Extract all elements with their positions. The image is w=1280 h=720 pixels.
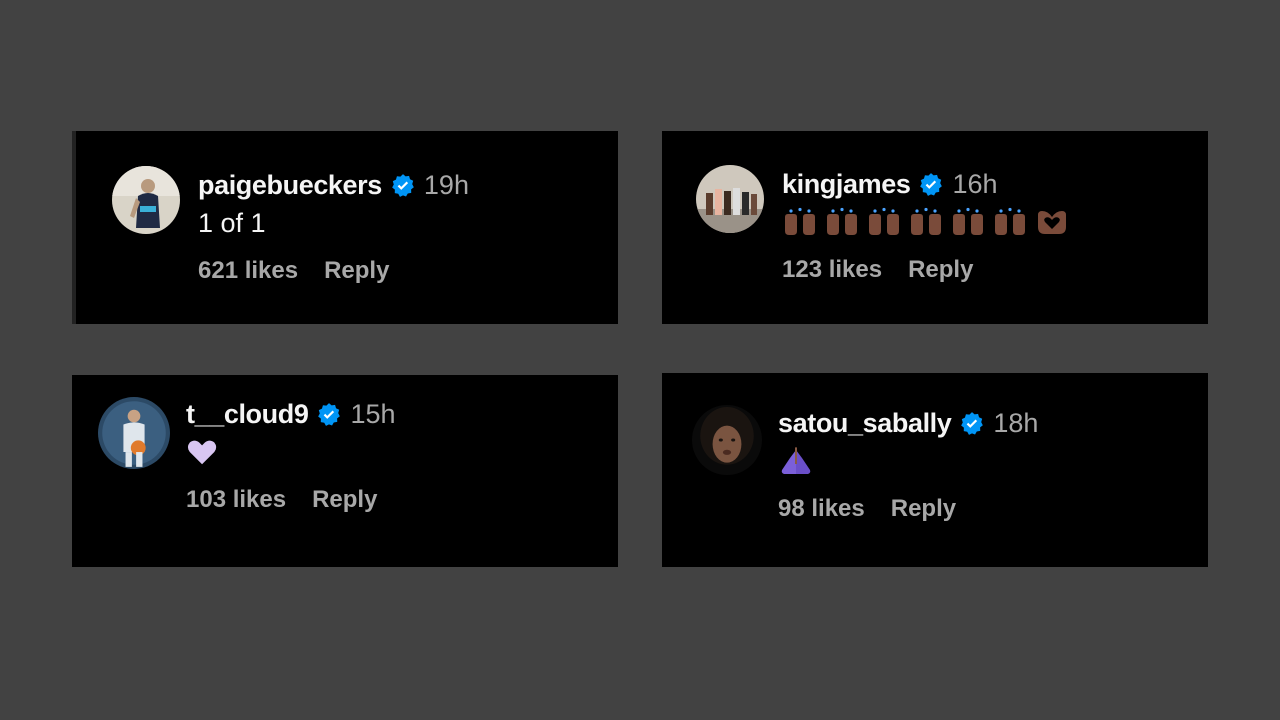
likes-count[interactable]: 621 likes — [198, 257, 298, 285]
comment-text: 1 of 1 — [198, 207, 266, 238]
verified-badge-icon — [959, 411, 985, 437]
avatar[interactable] — [692, 405, 762, 475]
avatar-photo-icon — [98, 397, 170, 469]
raising-hands-emoji-icon — [911, 207, 941, 235]
timestamp: 19h — [423, 170, 469, 200]
avatar-photo-icon — [696, 165, 764, 233]
reply-button[interactable]: Reply — [891, 495, 956, 523]
username[interactable]: t__cloud9 — [186, 399, 309, 430]
folded-hands-emoji-icon — [781, 447, 811, 474]
username[interactable]: kingjames — [782, 169, 911, 200]
username[interactable]: satou_sabally — [778, 408, 952, 439]
light-purple-heart-emoji-icon — [187, 440, 217, 465]
avatar[interactable] — [112, 166, 180, 234]
comment-text — [782, 204, 1070, 240]
comment-text — [186, 434, 396, 470]
verified-badge-icon — [316, 402, 342, 428]
comment-card: paigebueckers 19h 1 of 1 621 likes Reply — [72, 131, 618, 324]
comment-card: satou_sabally 18h 98 likes Reply — [662, 373, 1208, 567]
avatar-photo-icon — [692, 405, 762, 475]
comment-card: kingjames 16h 123 likes Reply — [662, 131, 1208, 324]
avatar[interactable] — [696, 165, 764, 233]
timestamp: 18h — [993, 408, 1039, 438]
verified-badge-icon — [918, 172, 944, 198]
timestamp: 16h — [952, 169, 998, 199]
heart-hands-emoji-icon — [1038, 211, 1066, 234]
verified-badge-icon — [390, 173, 416, 199]
reply-button[interactable]: Reply — [324, 257, 389, 285]
likes-count[interactable]: 123 likes — [782, 256, 882, 284]
raising-hands-emoji-icon — [869, 207, 899, 235]
raising-hands-emoji-icon — [827, 207, 857, 235]
reply-button[interactable]: Reply — [312, 486, 377, 514]
comment-card: t__cloud9 15h 103 likes Reply — [72, 375, 618, 567]
likes-count[interactable]: 98 likes — [778, 495, 865, 523]
username[interactable]: paigebueckers — [198, 170, 382, 201]
reply-button[interactable]: Reply — [908, 256, 973, 284]
avatar-photo-icon — [112, 166, 180, 234]
raising-hands-emoji-icon — [785, 207, 815, 235]
avatar[interactable] — [98, 397, 170, 469]
raising-hands-emoji-icon — [995, 207, 1025, 235]
timestamp: 15h — [350, 399, 396, 429]
raising-hands-emoji-icon — [953, 207, 983, 235]
comment-text — [778, 443, 1038, 479]
likes-count[interactable]: 103 likes — [186, 486, 286, 514]
